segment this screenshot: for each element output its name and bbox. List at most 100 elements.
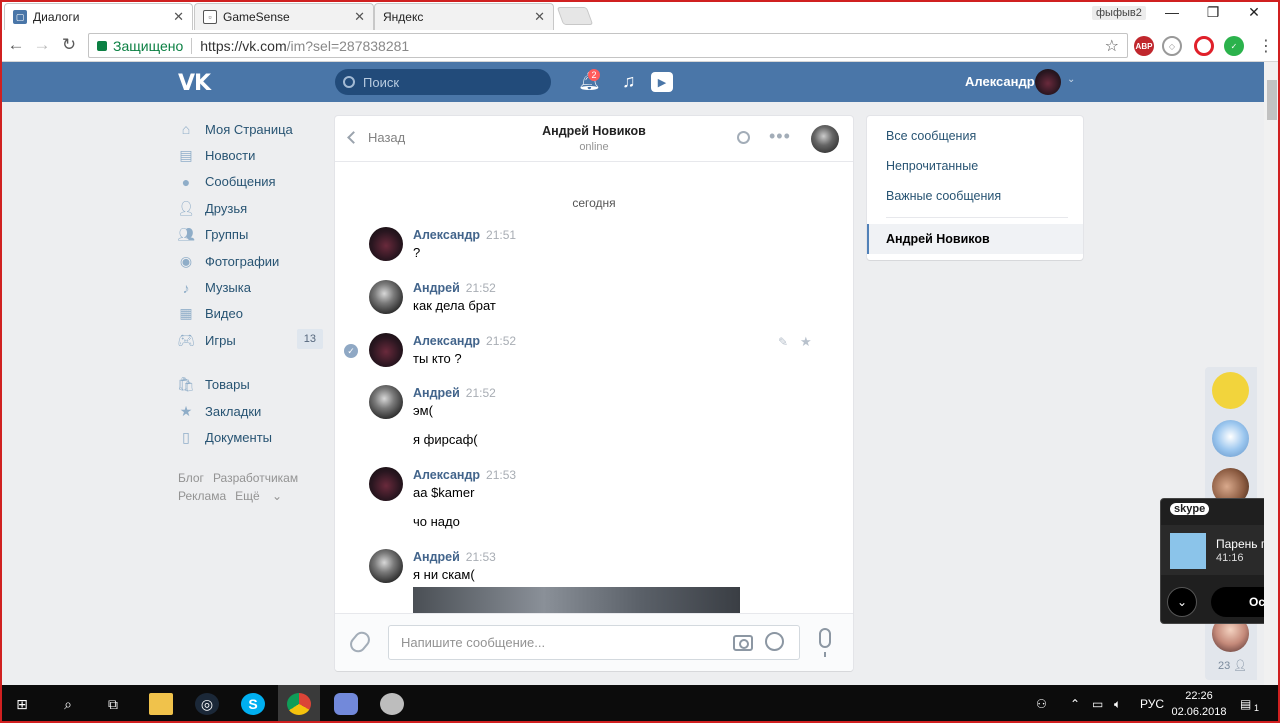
windows-start-icon[interactable]: ⊞ bbox=[10, 693, 34, 715]
scrollbar-thumb[interactable] bbox=[1267, 80, 1277, 120]
new-tab-button[interactable] bbox=[556, 7, 594, 25]
network-icon[interactable]: ▭ bbox=[1092, 697, 1103, 711]
message-group[interactable]: ✓ Александр 21:52 ты кто ? ✎ ★ bbox=[344, 333, 829, 369]
sidebar-item-music[interactable]: ♪ Музыка bbox=[178, 274, 323, 300]
restore-icon[interactable]: ❐ bbox=[1203, 4, 1223, 21]
taskbar-clock[interactable]: 22:26 02.06.2018 bbox=[1168, 688, 1230, 720]
sidebar-item-documents[interactable]: ▯ Документы bbox=[178, 424, 323, 450]
menu-kebab-icon[interactable]: ⋮ bbox=[1258, 36, 1274, 56]
filter-selected-dialog[interactable]: Андрей Новиков bbox=[867, 224, 1083, 254]
chevron-up-icon[interactable]: ⌃ bbox=[1070, 697, 1080, 711]
omnibox[interactable]: Защищено https://vk.com/im?sel=287838281… bbox=[88, 33, 1128, 58]
app-icon[interactable] bbox=[380, 693, 404, 715]
close-icon[interactable]: ✕ bbox=[173, 9, 184, 25]
steam-icon[interactable]: ◎ bbox=[195, 693, 219, 715]
message-author[interactable]: Александр bbox=[413, 334, 480, 348]
search-icon[interactable]: ⌕ bbox=[56, 693, 80, 715]
check-icon[interactable]: ✓ bbox=[344, 344, 358, 358]
message-time[interactable]: 21:52 bbox=[466, 386, 496, 400]
filter-important[interactable]: Важные сообщения bbox=[886, 189, 1001, 203]
message-author[interactable]: Александр bbox=[413, 228, 480, 242]
close-icon[interactable]: ✕ bbox=[534, 9, 545, 25]
file-explorer-icon[interactable] bbox=[149, 693, 173, 715]
sidebar-item-friends[interactable]: 👤︎ Друзья bbox=[177, 195, 323, 221]
message-group[interactable]: Андрей 21:52 как дела брат bbox=[369, 280, 829, 316]
sidebar-item-news[interactable]: ▤ Новости bbox=[178, 142, 323, 168]
microphone-icon[interactable] bbox=[819, 628, 831, 657]
bookmark-star-icon[interactable]: ☆ bbox=[1105, 36, 1119, 56]
sidebar-item-my-page[interactable]: ⌂ Моя Страница bbox=[178, 116, 323, 142]
close-icon[interactable]: ✕ bbox=[354, 9, 365, 25]
sidebar-item-groups[interactable]: 👥︎ Группы bbox=[177, 222, 323, 248]
volume-icon[interactable]: 🔈︎ bbox=[1114, 697, 1121, 712]
footer-link-ads[interactable]: Реклама bbox=[178, 489, 226, 503]
shield-ext-icon[interactable]: ◇ bbox=[1162, 36, 1182, 56]
message-time[interactable]: 21:51 bbox=[486, 228, 516, 242]
vk-logo[interactable]: VK bbox=[178, 71, 211, 96]
opera-ext-icon[interactable] bbox=[1194, 36, 1214, 56]
avatar[interactable] bbox=[369, 227, 403, 261]
tab-dialogs[interactable]: ▢ Диалоги ✕ bbox=[4, 3, 193, 30]
chrome-icon[interactable] bbox=[287, 693, 311, 715]
action-center-icon[interactable]: ▤ bbox=[1240, 697, 1251, 711]
window-close-icon[interactable]: ✕ bbox=[1244, 4, 1264, 21]
minimize-icon[interactable]: — bbox=[1162, 4, 1182, 20]
play-icon[interactable]: ▶ bbox=[651, 72, 673, 92]
chevron-down-icon[interactable]: ⌄ bbox=[1167, 587, 1197, 617]
chevron-down-icon[interactable]: ⌄ bbox=[1067, 74, 1075, 85]
sidebar-item-games[interactable]: 🎮︎ Игры 13 bbox=[177, 327, 323, 353]
message-time[interactable]: 21:53 bbox=[466, 550, 496, 564]
contact-avatar[interactable] bbox=[811, 125, 839, 153]
emoji-icon[interactable] bbox=[765, 632, 784, 651]
message-author[interactable]: Андрей bbox=[413, 550, 460, 564]
camera-icon[interactable] bbox=[733, 635, 753, 651]
sidebar-item-video[interactable]: ▦ Видео bbox=[178, 301, 323, 327]
sidebar-item-messages[interactable]: ● Сообщения bbox=[178, 169, 323, 195]
language-indicator[interactable]: РУС bbox=[1140, 697, 1164, 711]
message-author[interactable]: Александр bbox=[413, 468, 480, 482]
sidebar-item-photos[interactable]: ◉ Фотографии bbox=[178, 248, 323, 274]
back-arrow-icon[interactable]: ← bbox=[5, 35, 27, 55]
footer-link-more[interactable]: Ещё ⌄ bbox=[235, 489, 282, 503]
avatar[interactable] bbox=[369, 385, 403, 419]
more-options-icon[interactable]: ••• bbox=[769, 126, 791, 147]
skype-call-popup[interactable]: skype Парень под 41:16 ⌄ Оста bbox=[1160, 498, 1280, 624]
message-group[interactable]: Александр 21:51 ? bbox=[369, 227, 829, 263]
user-name[interactable]: Александр bbox=[965, 74, 1035, 89]
avatar[interactable] bbox=[1035, 69, 1061, 95]
sidebar-item-bookmarks[interactable]: ★ Закладки bbox=[178, 398, 323, 424]
message-group[interactable]: Александр 21:53 аа $kamer чо надо bbox=[369, 467, 829, 533]
star-icon[interactable]: ★ bbox=[800, 334, 812, 350]
sidebar-item-market[interactable]: 🛍︎ Товары bbox=[177, 372, 323, 398]
skype-call-card[interactable]: Парень под 41:16 bbox=[1161, 525, 1280, 575]
adblock-icon[interactable]: ABP bbox=[1134, 36, 1154, 56]
tab-gamesense[interactable]: ▫ GameSense ✕ bbox=[194, 3, 374, 30]
avatar[interactable] bbox=[1212, 420, 1249, 457]
page-scrollbar[interactable] bbox=[1264, 62, 1280, 685]
forward-arrow-icon[interactable]: → bbox=[31, 35, 53, 55]
search-box[interactable] bbox=[335, 69, 551, 95]
message-author[interactable]: Андрей bbox=[413, 386, 460, 400]
message-group[interactable]: Андрей 21:53 я ни скам( bbox=[369, 549, 829, 619]
message-author[interactable]: Андрей bbox=[413, 281, 460, 295]
security-ext-icon[interactable]: ✓ bbox=[1224, 36, 1244, 56]
filter-all[interactable]: Все сообщения bbox=[886, 129, 976, 143]
task-view-icon[interactable]: ⧉ bbox=[101, 693, 125, 715]
people-icon[interactable]: ⚇ bbox=[1036, 697, 1047, 711]
search-input[interactable] bbox=[363, 74, 533, 90]
avatar[interactable] bbox=[369, 333, 403, 367]
filter-unread[interactable]: Непрочитанные bbox=[886, 159, 978, 173]
message-time[interactable]: 21:52 bbox=[486, 334, 516, 348]
tab-yandex[interactable]: Яндекс ✕ bbox=[374, 3, 554, 30]
message-time[interactable]: 21:52 bbox=[466, 281, 496, 295]
music-note-icon[interactable]: ♫ bbox=[622, 71, 636, 92]
avatar[interactable] bbox=[369, 467, 403, 501]
pencil-icon[interactable]: ✎ bbox=[778, 335, 788, 349]
paperclip-icon[interactable] bbox=[346, 628, 374, 656]
discord-icon[interactable] bbox=[334, 693, 358, 715]
message-time[interactable]: 21:53 bbox=[486, 468, 516, 482]
footer-link-blog[interactable]: Блог bbox=[178, 471, 204, 485]
message-group[interactable]: Андрей 21:52 эм( я фирсаф( bbox=[369, 385, 829, 451]
search-icon[interactable] bbox=[737, 131, 750, 144]
reload-icon[interactable]: ↻ bbox=[58, 35, 80, 55]
